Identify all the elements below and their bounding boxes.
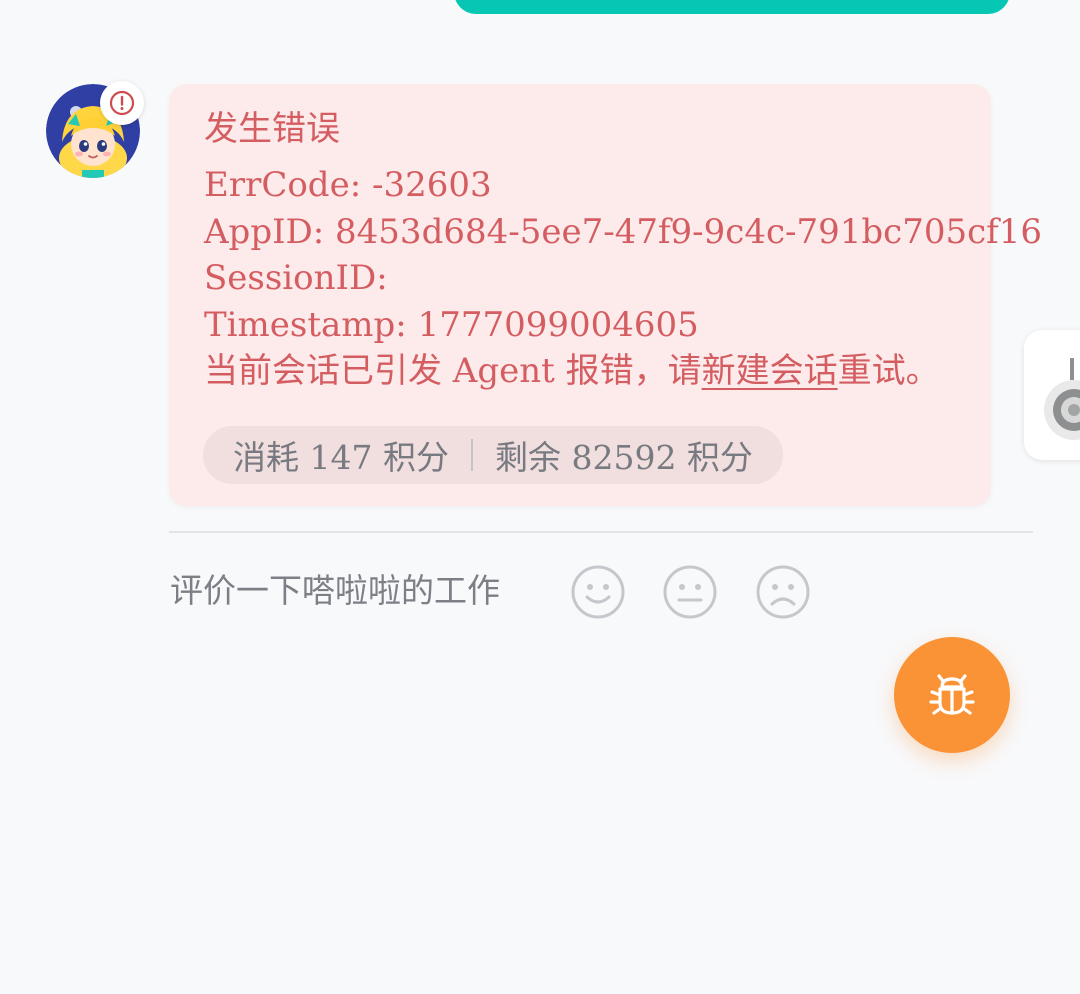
timestamp-line: Timestamp: 1777099004605 <box>204 304 699 345</box>
session-id-line: SessionID: <box>204 258 388 298</box>
feedback-prompt: 评价一下嗒啦啦的工作 <box>170 571 500 610</box>
error-code-line: ErrCode: -32603 <box>204 165 492 205</box>
bug-report-button[interactable] <box>894 637 1010 753</box>
alert-circle-icon <box>100 81 144 125</box>
credit-usage-badge: 消耗 147 积分 剩余 82592 积分 <box>203 426 783 484</box>
error-message-line: 当前会话已引发 Agent 报错，请新建会话重试。 <box>204 348 967 395</box>
divider <box>169 531 1033 533</box>
error-message-suffix: 重试。 <box>837 351 940 391</box>
neutral-face-icon[interactable] <box>662 564 718 620</box>
credits-consumed: 消耗 147 积分 <box>233 438 449 477</box>
side-floating-widget[interactable] <box>1024 330 1080 460</box>
new-session-link[interactable]: 新建会话 <box>702 351 838 391</box>
error-message-card: 发生错误 ErrCode: -32603 AppID: 8453d684-5ee… <box>169 84 1042 506</box>
previous-message-bubble <box>454 0 1010 14</box>
credits-remaining: 剩余 82592 积分 <box>494 438 753 477</box>
error-title: 发生错误 <box>204 109 340 149</box>
usage-divider <box>470 439 473 471</box>
bug-icon <box>929 674 975 715</box>
smile-face-icon[interactable] <box>570 564 626 620</box>
sad-face-icon[interactable] <box>755 564 811 620</box>
error-message-text: 当前会话已引发 Agent 报错，请 <box>204 351 702 391</box>
app-id-line: AppID: 8453d684-5ee7-47f9-9c4c-791bc705c… <box>204 211 1042 252</box>
